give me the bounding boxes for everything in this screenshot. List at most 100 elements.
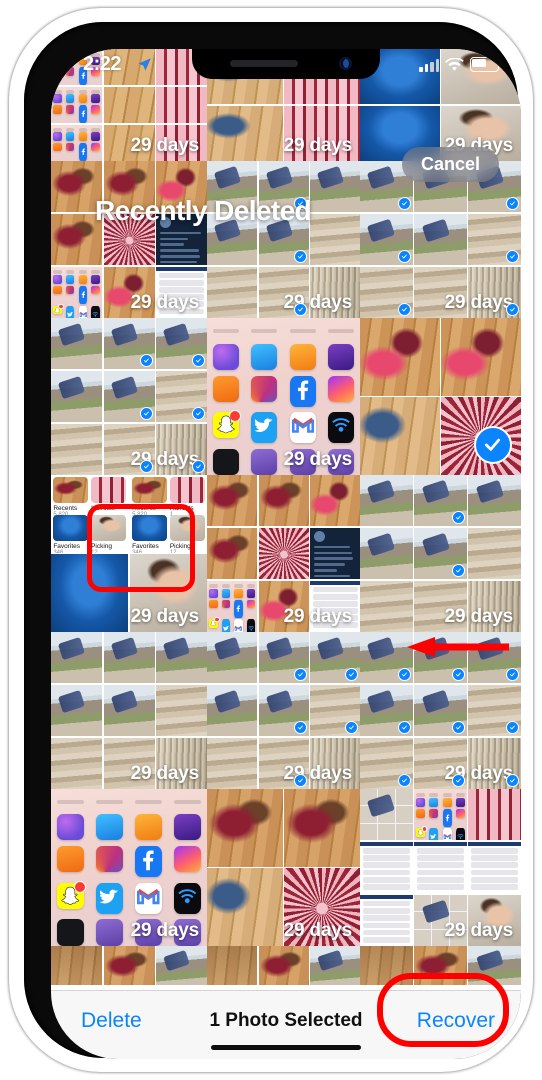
photo-thumbnail[interactable] — [414, 895, 467, 946]
photo-thumbnail[interactable] — [51, 424, 102, 475]
photo-thumbnail[interactable] — [207, 868, 283, 946]
cancel-button[interactable]: Cancel — [402, 147, 499, 182]
photo-thumbnail[interactable] — [468, 685, 521, 736]
photo-thumbnail[interactable] — [104, 632, 155, 683]
photo-thumbnail[interactable] — [284, 868, 360, 946]
photo-thumbnail[interactable] — [414, 842, 467, 893]
photo-thumbnail[interactable] — [360, 738, 413, 789]
photo-thumbnail[interactable] — [284, 789, 360, 867]
photo-thumbnail[interactable] — [360, 475, 413, 526]
photo-grid-cell[interactable]: 29 days — [207, 475, 360, 632]
photo-thumbnail[interactable] — [310, 214, 360, 265]
photo-thumbnail[interactable] — [310, 161, 360, 212]
photo-thumbnail[interactable] — [207, 475, 257, 526]
photo-thumbnail[interactable] — [207, 632, 257, 683]
photo-thumbnail[interactable] — [414, 789, 467, 840]
photo-grid-cell[interactable]: 29 days — [207, 161, 360, 318]
photo-thumbnail[interactable] — [310, 267, 360, 318]
photo-thumbnail[interactable] — [51, 371, 102, 422]
photo-thumbnail[interactable] — [360, 789, 413, 840]
home-indicator[interactable] — [211, 1045, 361, 1050]
photo-grid-cell[interactable]: 29 days — [207, 632, 360, 789]
photo-thumbnail[interactable] — [468, 738, 521, 789]
photo-thumbnail[interactable] — [104, 318, 155, 369]
photo-grid-cell[interactable]: 29 days — [51, 632, 207, 789]
photo-thumbnail[interactable] — [414, 267, 467, 318]
photo-thumbnail[interactable] — [441, 318, 521, 396]
photo-thumbnail[interactable] — [207, 738, 257, 789]
photo-grid-cell[interactable]: 29 days — [207, 318, 360, 475]
photo-thumbnail[interactable] — [259, 581, 309, 632]
photo-thumbnail[interactable] — [468, 581, 521, 632]
photo-thumbnail[interactable] — [51, 318, 102, 369]
photo-thumbnail[interactable] — [207, 685, 257, 736]
photo-thumbnail[interactable] — [156, 267, 207, 318]
photo-grid-cell[interactable]: 29 days — [360, 789, 521, 946]
photo-thumbnail[interactable] — [51, 632, 102, 683]
photo-thumbnail[interactable] — [51, 87, 102, 123]
photo-thumbnail[interactable] — [310, 581, 360, 632]
photo-thumbnail[interactable] — [51, 789, 207, 946]
photo-thumbnail[interactable] — [104, 738, 155, 789]
photo-thumbnail[interactable] — [104, 267, 155, 318]
photo-thumbnail[interactable] — [414, 581, 467, 632]
photo-thumbnail[interactable] — [104, 87, 155, 123]
photo-thumbnail[interactable] — [51, 125, 102, 161]
photo-thumbnail[interactable] — [259, 685, 309, 736]
photo-grid-cell[interactable]: 29 days — [360, 475, 521, 632]
photo-thumbnail[interactable] — [156, 87, 207, 123]
photo-thumbnail[interactable] — [156, 125, 207, 161]
photo-thumbnail[interactable] — [360, 267, 413, 318]
photo-thumbnail[interactable] — [468, 789, 521, 840]
photo-thumbnail[interactable] — [360, 397, 440, 475]
photo-thumbnail[interactable] — [468, 267, 521, 318]
photo-thumbnail[interactable] — [360, 895, 413, 946]
photo-thumbnail[interactable] — [207, 528, 257, 579]
photo-grid-cell[interactable]: 29 days — [51, 789, 207, 946]
photo-thumbnail[interactable] — [468, 528, 521, 579]
photo-thumbnail[interactable] — [51, 685, 102, 736]
photo-thumbnail[interactable] — [207, 267, 257, 318]
photo-thumbnail[interactable] — [156, 632, 207, 683]
photo-thumbnail[interactable] — [468, 842, 521, 893]
photo-thumbnail[interactable] — [360, 685, 413, 736]
photo-thumbnail[interactable] — [156, 738, 207, 789]
photo-thumbnail[interactable] — [360, 214, 413, 265]
photo-thumbnail[interactable] — [310, 632, 360, 683]
photo-thumbnail[interactable] — [207, 581, 257, 632]
photo-grid-cell[interactable]: 29 days — [51, 318, 207, 475]
photo-thumbnail[interactable] — [414, 685, 467, 736]
photo-thumbnail[interactable] — [259, 267, 309, 318]
photo-thumbnail[interactable] — [104, 685, 155, 736]
photo-thumbnail[interactable] — [156, 318, 207, 369]
photo-thumbnail[interactable] — [414, 738, 467, 789]
photo-thumbnail[interactable] — [51, 738, 102, 789]
photo-grid-cell[interactable]: 29 days — [207, 789, 360, 946]
photo-thumbnail[interactable] — [360, 318, 440, 396]
photo-thumbnail[interactable] — [156, 685, 207, 736]
photo-grid-cell[interactable]: 29 days — [360, 161, 521, 318]
photo-thumbnail[interactable] — [51, 267, 102, 318]
photo-thumbnail[interactable] — [468, 895, 521, 946]
photo-thumbnail[interactable] — [259, 738, 309, 789]
photo-thumbnail[interactable] — [207, 106, 283, 161]
photo-thumbnail[interactable] — [468, 475, 521, 526]
photo-thumbnail[interactable] — [310, 685, 360, 736]
photo-grid-cell[interactable] — [360, 318, 521, 475]
photo-thumbnail[interactable] — [310, 528, 360, 579]
photo-thumbnail[interactable] — [156, 424, 207, 475]
photo-thumbnail[interactable] — [207, 789, 283, 867]
photo-thumbnail[interactable] — [259, 475, 309, 526]
photo-grid-cell[interactable]: 29 days — [51, 161, 207, 318]
photo-thumbnail[interactable] — [414, 528, 467, 579]
photo-thumbnail[interactable] — [104, 424, 155, 475]
photo-thumbnail[interactable] — [360, 842, 413, 893]
photo-thumbnail[interactable] — [207, 318, 360, 475]
photo-thumbnail[interactable] — [310, 475, 360, 526]
photo-thumbnail[interactable] — [468, 214, 521, 265]
photo-thumbnail[interactable] — [414, 475, 467, 526]
photo-thumbnail[interactable] — [104, 125, 155, 161]
photo-thumbnail[interactable] — [360, 581, 413, 632]
photo-thumbnail[interactable] — [259, 528, 309, 579]
photo-thumbnail[interactable] — [259, 632, 309, 683]
